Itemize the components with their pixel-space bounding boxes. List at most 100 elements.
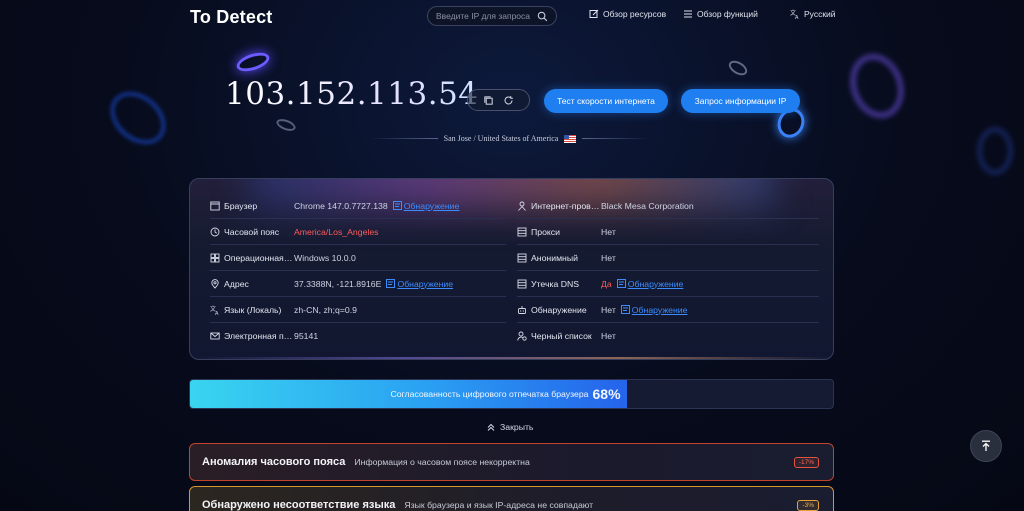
info-value: Windows 10.0.0 <box>294 252 356 263</box>
info-value: Да <box>601 278 612 289</box>
fingerprint-consistency-bar: Согласованность цифрового отпечатка брау… <box>189 379 834 409</box>
info-label: Часовой пояс <box>224 226 280 237</box>
mail-icon <box>210 332 220 340</box>
ip-address: 103.152.113.54 <box>225 76 479 112</box>
progress-text: Согласованность цифрового отпечатка брау… <box>190 380 833 408</box>
os-icon <box>210 253 220 262</box>
decorative-ring <box>234 49 272 75</box>
robot-icon <box>518 305 526 314</box>
detect-link[interactable]: Обнаружение <box>620 304 688 315</box>
detect-label: Обнаружение <box>397 278 454 289</box>
location-line: San Jose / United States of America <box>360 134 660 143</box>
info-label: Черный список <box>531 331 592 341</box>
info-row-anonymous: Анонимный Нет <box>517 245 819 271</box>
detect-link[interactable]: Обнаружение <box>386 279 453 289</box>
info-value: 95141 <box>294 331 319 341</box>
decorative-ring <box>100 81 176 155</box>
arrow-up-to-top-icon <box>982 440 990 451</box>
edit-square-icon <box>589 9 599 18</box>
info-label: Электронная почта <box>224 331 294 341</box>
info-value: Нет <box>601 331 616 341</box>
info-value: America/Los_Angeles <box>294 226 379 237</box>
divider <box>582 138 651 139</box>
info-label: Интернет-провайдер <box>531 200 601 211</box>
language-label: Русский <box>804 9 836 19</box>
search-icon[interactable] <box>537 11 548 22</box>
translate-icon: 文A <box>210 305 219 315</box>
info-row-browser: Браузер Chrome 147.0.7727.138 Обнаружени… <box>210 193 506 219</box>
decorative-ring <box>274 116 298 134</box>
divider <box>369 138 438 139</box>
nav-resources-label: Обзор ресурсов <box>603 9 667 19</box>
info-value: 37.3388N, -121.8916E <box>294 278 382 289</box>
info-value: Нет <box>601 304 616 315</box>
info-row-detection: Обнаружение Нет Обнаружение <box>517 297 819 323</box>
ip-query-button[interactable]: Запрос информации IP <box>681 89 800 113</box>
info-value: Black Mesa Corporation <box>601 200 694 211</box>
collapse-label: Закрыть <box>500 422 534 432</box>
svg-text:A: A <box>795 15 799 19</box>
detect-label: Обнаружение <box>631 304 688 315</box>
ip-search-input[interactable] <box>436 11 536 21</box>
server-icon <box>517 227 527 236</box>
decorative-ring <box>978 128 1012 174</box>
back-to-top-button[interactable] <box>970 430 1002 462</box>
progress-percent: 68% <box>592 386 621 402</box>
double-chevron-up-icon <box>487 423 495 431</box>
ip-search-box[interactable] <box>427 6 557 26</box>
top-bar: To Detect Обзор ресурсов Обзор функций 文… <box>0 0 1024 34</box>
info-label: Адрес <box>224 278 249 289</box>
info-row-timezone: Часовой пояс America/Los_Angeles <box>210 219 506 245</box>
detect-label: Обнаружение <box>627 278 684 289</box>
alert-description: Информация о часовом поясе некорректна <box>354 457 530 467</box>
us-flag-icon <box>564 134 577 143</box>
alert-title: Обнаружено несоответствие языка <box>202 499 396 511</box>
user-network-icon <box>518 201 526 211</box>
browser-icon <box>210 201 220 210</box>
alert-language-mismatch[interactable]: Обнаружено несоответствие языка Язык бра… <box>189 486 834 511</box>
info-value: zh-CN, zh;q=0.9 <box>294 304 358 315</box>
info-row-proxy: Прокси Нет <box>517 219 819 245</box>
info-label: Прокси <box>531 226 561 237</box>
info-row-os: Операционная система Windows 10.0.0 <box>210 245 506 271</box>
info-card: Браузер Chrome 147.0.7727.138 Обнаружени… <box>189 178 834 360</box>
detect-icon <box>386 279 396 288</box>
progress-label: Согласованность цифрового отпечатка брау… <box>390 389 589 399</box>
detect-icon <box>392 201 402 210</box>
score-badge: -3% <box>797 499 819 511</box>
info-value: Нет <box>601 226 616 237</box>
nav-features-label: Обзор функций <box>697 9 758 19</box>
copy-icon[interactable] <box>483 95 494 106</box>
detect-label: Обнаружение <box>403 200 460 211</box>
info-row-dns-leak: Утечка DNS Да Обнаружение <box>517 271 819 297</box>
server-icon <box>517 279 527 288</box>
location-text: San Jose / United States of America <box>443 134 559 143</box>
collapse-button[interactable]: Закрыть <box>487 422 533 432</box>
ip-tools <box>467 89 530 111</box>
info-row-isp: Интернет-провайдер Black Mesa Corporatio… <box>517 193 819 219</box>
info-label: Анонимный <box>531 252 578 263</box>
menu-icon <box>684 10 692 18</box>
nav-features[interactable]: Обзор функций <box>683 9 758 19</box>
nav-resources[interactable]: Обзор ресурсов <box>589 9 666 19</box>
logo[interactable]: To Detect <box>190 7 272 28</box>
info-row-language: 文A Язык (Локаль) zh-CN, zh;q=0.9 <box>210 297 506 323</box>
speed-test-button[interactable]: Тест скорости интернета <box>544 89 668 113</box>
alert-title: Аномалия часового пояса <box>202 456 346 468</box>
detect-link[interactable]: Обнаружение <box>392 200 460 211</box>
detect-link[interactable]: Обнаружение <box>616 278 684 289</box>
svg-text:A: A <box>215 311 219 315</box>
alert-timezone-anomaly[interactable]: Аномалия часового пояса Информация о час… <box>189 443 834 481</box>
refresh-icon[interactable] <box>503 95 514 106</box>
language-selector[interactable]: 文A Русский <box>790 9 836 19</box>
location-pin-icon <box>211 278 219 289</box>
translate-icon: 文A <box>790 9 799 19</box>
clock-icon <box>210 227 220 236</box>
info-value: Chrome 147.0.7727.138 <box>294 200 388 211</box>
info-row-address: Адрес 37.3388N, -121.8916E Обнаружение <box>210 271 506 297</box>
detect-icon <box>620 305 630 314</box>
info-label: Обнаружение <box>531 304 587 315</box>
info-value: Нет <box>601 252 616 263</box>
detect-icon <box>616 279 626 288</box>
info-label: Утечка DNS <box>531 278 580 289</box>
